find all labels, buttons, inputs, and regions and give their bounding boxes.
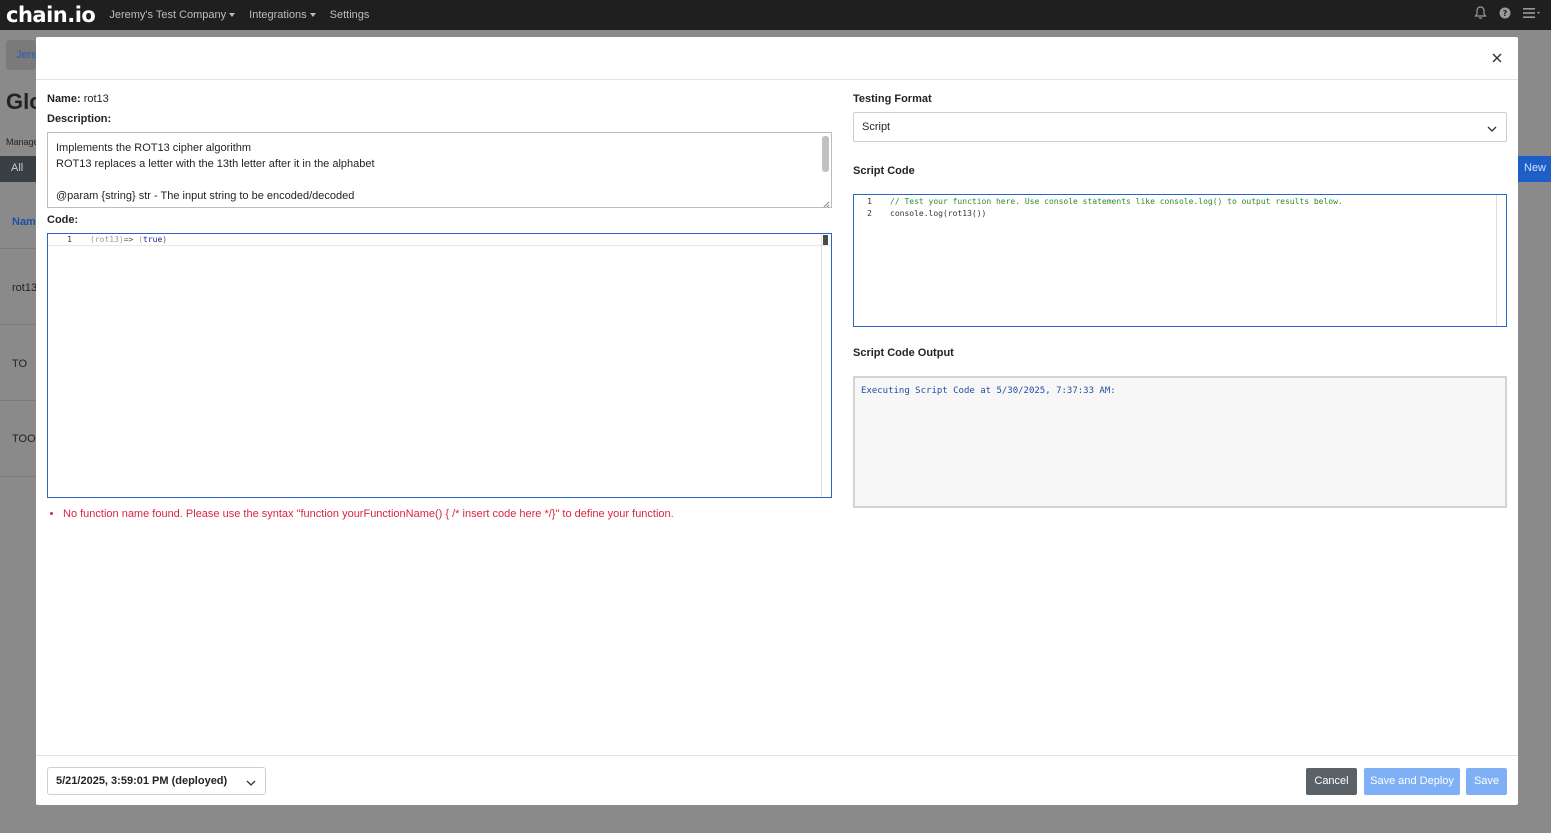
testing-format-select[interactable]: Script — [853, 112, 1507, 142]
background-divider — [0, 248, 36, 249]
background-breadcrumb: Jere — [6, 40, 36, 70]
code-token-params: (rot13) — [90, 235, 124, 244]
background-row: TO — [12, 358, 28, 370]
background-page-title: Glo — [6, 89, 36, 114]
function-details-panel: Name: rot13 Description: Implements the … — [47, 93, 832, 520]
function-name: Name: rot13 — [47, 93, 832, 105]
code-line-text: (rot13)=> (true) — [78, 235, 167, 244]
chevron-down-icon — [229, 13, 236, 17]
line-number: 1 — [67, 235, 72, 244]
modal-header — [36, 37, 1518, 80]
description-line: @param {string} str - The input string t… — [56, 190, 355, 202]
background-new-button: New — [1518, 156, 1551, 182]
bell-icon[interactable] — [1474, 6, 1487, 20]
background-manage-label: Manage — [6, 137, 36, 147]
chevron-down-icon — [1487, 123, 1497, 135]
nav-integrations-dropdown[interactable]: Integrations — [249, 9, 316, 21]
edit-function-modal: Name: rot13 Description: Implements the … — [36, 37, 1518, 805]
nav-integrations-label: Integrations — [249, 9, 307, 21]
version-select[interactable]: 5/21/2025, 3:59:01 PM (deployed) — [47, 767, 266, 795]
name-label: Name: — [47, 93, 81, 105]
script-line: 1 // Test your function here. Use consol… — [854, 195, 1506, 207]
nav-settings-link[interactable]: Settings — [330, 9, 370, 21]
script-output-panel: Executing Script Code at 5/30/2025, 7:37… — [853, 376, 1507, 508]
line-number: 1 — [867, 196, 872, 206]
background-name-header: Nam — [12, 216, 36, 228]
script-code-label: Script Code — [853, 165, 915, 177]
background-divider — [0, 400, 36, 401]
resize-handle-icon[interactable] — [822, 198, 830, 207]
code-token-keyword: true — [143, 235, 163, 244]
cancel-button[interactable]: Cancel — [1306, 768, 1357, 795]
description-label: Description: — [47, 113, 112, 125]
code-scrollbar-track[interactable] — [821, 234, 831, 497]
description-line — [56, 172, 823, 188]
chevron-down-icon — [309, 13, 316, 17]
code-token-arrow: => — [123, 235, 134, 244]
svg-text:?: ? — [1503, 9, 1508, 18]
background-divider — [0, 476, 36, 477]
script-line-text: console.log(rot13()) — [890, 208, 987, 218]
nav-settings-label: Settings — [329, 9, 370, 21]
code-token-close: ) — [162, 235, 168, 244]
description-scrollbar[interactable] — [822, 136, 829, 172]
script-output-label: Script Code Output — [853, 347, 954, 359]
testing-format-label: Testing Format — [853, 93, 932, 105]
save-button[interactable]: Save — [1466, 768, 1507, 795]
background-row: rot13 — [12, 282, 36, 294]
background-row: TOO — [12, 433, 36, 445]
error-list: No function name found. Please use the s… — [47, 508, 832, 520]
name-value: rot13 — [83, 93, 109, 105]
top-navbar: chain.io Jeremy's Test Company Integrati… — [0, 0, 1551, 30]
error-message: No function name found. Please use the s… — [63, 508, 832, 520]
code-editor[interactable]: 1 (rot13)=> (true) — [47, 233, 832, 498]
code-label: Code: — [47, 214, 79, 226]
save-and-deploy-button[interactable]: Save and Deploy — [1364, 768, 1460, 795]
menu-icon[interactable] — [1523, 7, 1543, 19]
description-textarea[interactable]: Implements the ROT13 cipher algorithm RO… — [47, 132, 832, 208]
nav-company-label: Jeremy's Test Company — [109, 9, 227, 21]
script-line-text: // Test your function here. Use console … — [890, 196, 1343, 206]
background-divider — [0, 324, 36, 325]
nav-company-dropdown[interactable]: Jeremy's Test Company — [109, 9, 236, 21]
close-icon[interactable] — [1490, 51, 1504, 65]
testing-panel: Testing Format Script Script Code 1 // T… — [853, 93, 1507, 508]
background-all-tab: All — [0, 156, 36, 182]
code-scrollbar-thumb[interactable] — [823, 235, 828, 245]
description-line: Implements the ROT13 cipher algorithm — [56, 142, 252, 154]
help-icon[interactable]: ? — [1499, 7, 1511, 19]
chevron-down-icon — [246, 777, 256, 789]
line-number: 2 — [867, 208, 872, 218]
modal-footer: 5/21/2025, 3:59:01 PM (deployed) Cancel … — [36, 755, 1518, 805]
script-output-text: Executing Script Code at 5/30/2025, 7:37… — [861, 386, 1116, 396]
brand-logo[interactable]: chain.io — [6, 3, 96, 27]
testing-format-value: Script — [862, 121, 891, 133]
script-line: 2 console.log(rot13()) — [854, 207, 1506, 219]
version-value: 5/21/2025, 3:59:01 PM (deployed) — [56, 775, 228, 787]
code-line: 1 (rot13)=> (true) — [48, 234, 831, 246]
script-scrollbar-track[interactable] — [1496, 195, 1506, 326]
script-code-editor[interactable]: 1 // Test your function here. Use consol… — [853, 194, 1507, 327]
description-line: ROT13 replaces a letter with the 13th le… — [56, 158, 375, 170]
